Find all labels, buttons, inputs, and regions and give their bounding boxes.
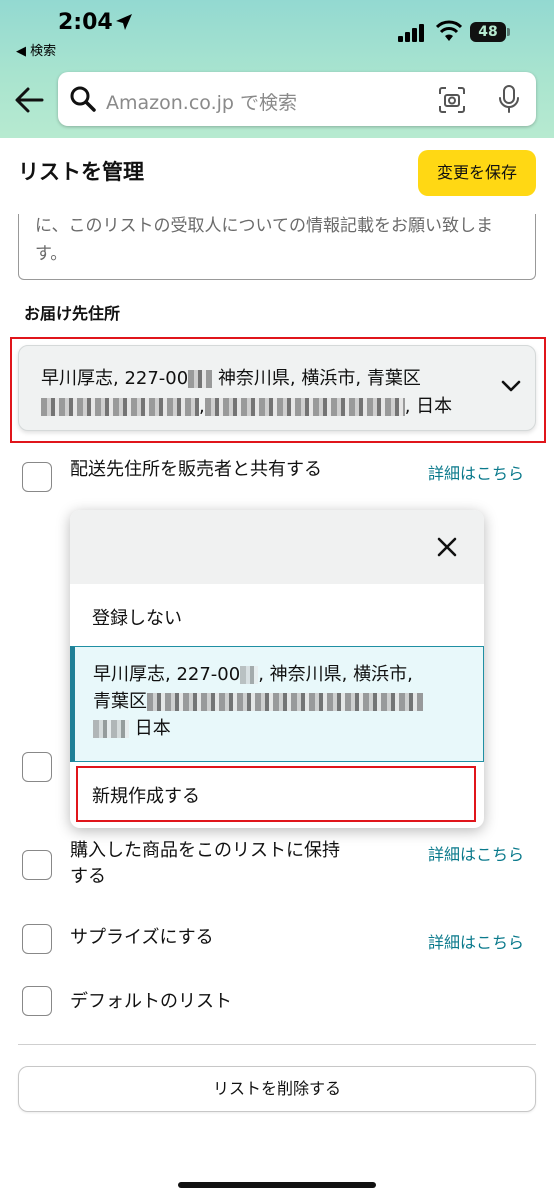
scroll-mask [0, 200, 554, 214]
redacted-block [188, 370, 213, 388]
location-arrow-icon [116, 14, 132, 30]
surprise-details-link[interactable]: 詳細はこちら [428, 929, 524, 953]
surprise-label: サプライズにする [70, 927, 214, 948]
share-address-label: 配送先住所を販売者と共有する [70, 459, 322, 480]
top-header: 2:04 ◀ 検索 48 Amazon.co.jp で検索 [0, 0, 554, 138]
shipping-address-label: お届け先住所 [24, 304, 121, 323]
keep-purchased-label: 購入した商品をこのリストに保持する [70, 840, 340, 887]
redacted-block [93, 720, 129, 738]
keep-purchased-checkbox[interactable] [22, 850, 52, 880]
search-input[interactable]: Amazon.co.jp で検索 [58, 72, 536, 126]
description-text: に、このリストの受取人についての情報記載をお願い致します。 [35, 216, 493, 264]
camera-scan-icon[interactable] [438, 86, 466, 114]
battery-level: 48 [470, 22, 506, 42]
back-arrow-icon[interactable] [14, 86, 44, 114]
annotation-highlight-box [76, 766, 476, 822]
page-title: リストを管理 [18, 160, 144, 184]
redacted-block [41, 398, 199, 416]
battery-icon: 48 [470, 22, 510, 42]
keep-purchased-details-link[interactable]: 詳細はこちら [428, 841, 524, 865]
default-list-checkbox[interactable] [22, 986, 52, 1016]
wifi-icon [436, 20, 462, 41]
redacted-block [240, 666, 259, 684]
address-line-2: ,, 日本 [41, 392, 452, 418]
address-line-1: 早川厚志, 227-00 神奈川県, 横浜市, 青葉区 [41, 368, 421, 389]
option-do-not-register[interactable]: 登録しない [92, 604, 182, 630]
chevron-down-icon [501, 380, 521, 392]
option-selected-address[interactable]: 早川厚志, 227-00, 神奈川県, 横浜市, 青葉区 日本 [70, 646, 484, 762]
address-select[interactable]: 早川厚志, 227-00 神奈川県, 横浜市, 青葉区 ,, 日本 [18, 345, 536, 431]
back-to-app-link[interactable]: ◀ 検索 [16, 40, 56, 59]
share-address-checkbox[interactable] [22, 462, 52, 492]
selected-address-text: 早川厚志, 227-00, 神奈川県, 横浜市, 青葉区 日本 [93, 661, 473, 742]
cellular-signal-icon [398, 24, 424, 42]
search-icon [70, 86, 96, 112]
redacted-block [147, 693, 423, 711]
default-list-label: デフォルトのリスト [70, 991, 232, 1012]
hidden-option-checkbox[interactable] [22, 752, 52, 782]
microphone-icon[interactable] [498, 84, 520, 114]
surprise-checkbox[interactable] [22, 924, 52, 954]
close-icon[interactable] [436, 536, 458, 558]
save-changes-button[interactable]: 変更を保存 [418, 150, 536, 196]
home-indicator [178, 1182, 376, 1188]
divider [18, 1044, 536, 1045]
share-address-details-link[interactable]: 詳細はこちら [428, 460, 524, 484]
status-time: 2:04 [58, 10, 113, 35]
delete-list-button[interactable]: リストを削除する [18, 1066, 536, 1112]
redacted-block [204, 398, 405, 416]
popover-header [70, 510, 484, 584]
search-placeholder: Amazon.co.jp で検索 [106, 92, 297, 114]
